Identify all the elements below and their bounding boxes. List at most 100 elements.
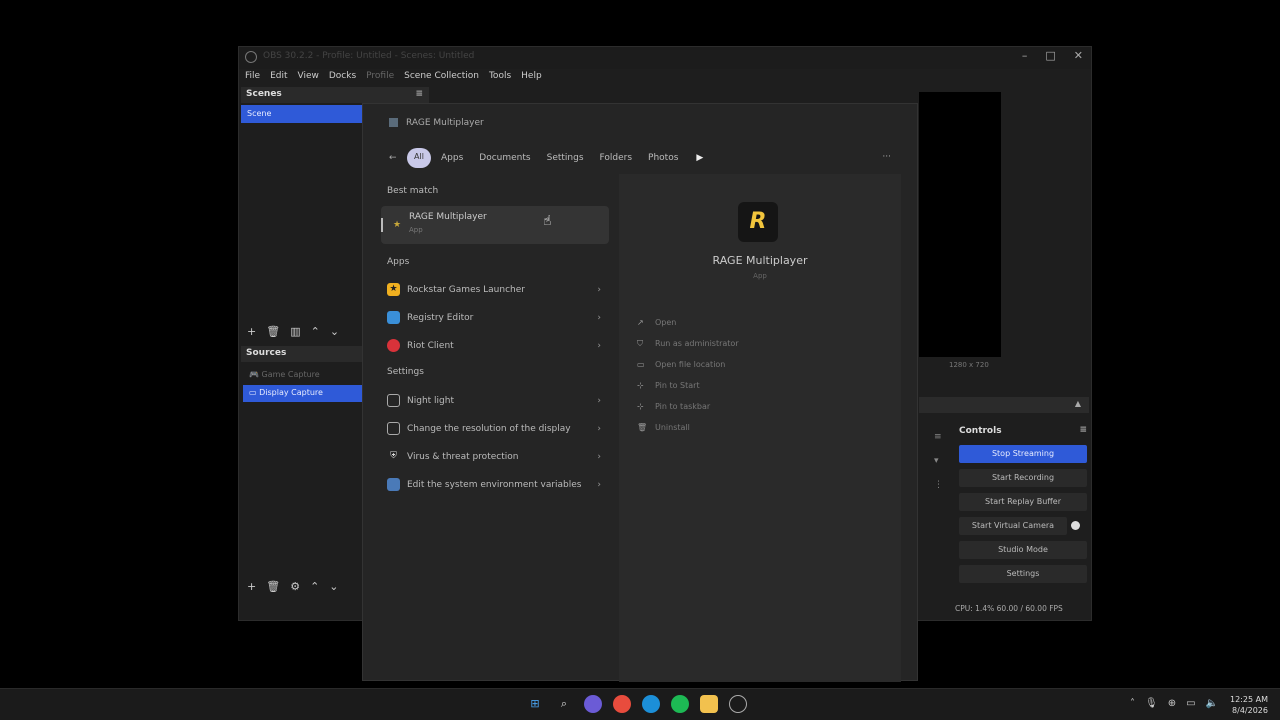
- tab-settings[interactable]: Settings: [547, 153, 584, 163]
- pin-icon: ⊹: [637, 402, 644, 411]
- taskbar-apps: ⊞ ⌕: [526, 695, 747, 713]
- admin-icon: ⛉: [637, 339, 643, 348]
- best-match-label: Best match: [387, 186, 439, 196]
- action-pin-to-taskbar[interactable]: ⊹ Pin to taskbar: [637, 402, 837, 411]
- add-icon[interactable]: +: [247, 325, 256, 338]
- menu-docks[interactable]: Docks: [329, 71, 356, 81]
- menu-help[interactable]: Help: [521, 71, 542, 81]
- menu-profile[interactable]: Profile: [366, 71, 394, 81]
- rage-logo-icon: R: [738, 202, 778, 242]
- controls-title: Controls: [959, 426, 1002, 436]
- close-icon[interactable]: ✕: [1074, 49, 1083, 62]
- dock-menu-icon[interactable]: ≡: [415, 89, 423, 99]
- app-result-riot[interactable]: Riot Client ›: [387, 339, 601, 361]
- setting-result-resolution[interactable]: Change the resolution of the display ›: [387, 422, 601, 444]
- microphone-icon[interactable]: 🎙: [1145, 698, 1158, 709]
- minimize-icon[interactable]: –: [1022, 49, 1028, 62]
- setting-result-night-light[interactable]: Night light ›: [387, 394, 601, 416]
- add-icon[interactable]: +: [247, 580, 256, 593]
- move-up-icon[interactable]: ⌃: [310, 580, 319, 593]
- dock-menu-icon[interactable]: ≡: [1079, 425, 1087, 435]
- app-result-registry[interactable]: Registry Editor ›: [387, 311, 601, 333]
- setting-result-virus-protection[interactable]: ⛨ Virus & threat protection ›: [387, 450, 601, 472]
- move-up-icon[interactable]: ⌃: [311, 325, 320, 338]
- trash-icon[interactable]: 🗑: [266, 325, 280, 338]
- setting-result-label: Virus & threat protection: [407, 452, 519, 462]
- start-replay-buffer-button[interactable]: Start Replay Buffer: [959, 493, 1087, 511]
- action-open[interactable]: ↗ Open: [637, 318, 837, 327]
- scene-item[interactable]: Scene: [241, 105, 363, 123]
- trash-icon[interactable]: 🗑: [266, 580, 280, 593]
- action-pin-to-start[interactable]: ⊹ Pin to Start: [637, 381, 837, 390]
- preview-canvas[interactable]: [919, 92, 1001, 357]
- best-match-name: RAGE Multiplayer: [409, 212, 487, 222]
- source-item[interactable]: 🎮 Game Capture: [243, 367, 363, 384]
- menu-edit[interactable]: Edit: [270, 71, 287, 81]
- display-icon[interactable]: ▭: [1186, 698, 1195, 709]
- spotify-icon[interactable]: [671, 695, 689, 713]
- action-open-file-location[interactable]: ▭ Open file location: [637, 360, 837, 369]
- start-recording-button[interactable]: Start Recording: [959, 469, 1087, 487]
- file-explorer-icon[interactable]: [700, 695, 718, 713]
- start-virtual-camera-button[interactable]: Start Virtual Camera: [959, 517, 1067, 535]
- app-result-label: Riot Client: [407, 341, 454, 351]
- windows-start-icon[interactable]: ⊞: [526, 695, 544, 713]
- clock[interactable]: 12:25 AM 8/4/2026: [1230, 694, 1268, 716]
- preview-app-type: App: [753, 272, 767, 280]
- filter-icon[interactable]: ▥: [290, 325, 300, 338]
- source-item[interactable]: ▭ Display Capture: [243, 385, 363, 402]
- tab-apps[interactable]: Apps: [441, 153, 463, 163]
- chat-app-icon[interactable]: [584, 695, 602, 713]
- dock-menu-icon[interactable]: ≡: [934, 425, 943, 449]
- network-icon[interactable]: ⊕: [1168, 698, 1176, 709]
- system-icon: [387, 478, 400, 491]
- best-match-item[interactable]: ★ RAGE Multiplayer App ›: [381, 206, 609, 244]
- tab-documents[interactable]: Documents: [479, 153, 530, 163]
- monitor-icon: ▭: [249, 388, 260, 397]
- play-more-icon[interactable]: ▶: [696, 153, 703, 163]
- result-preview-pane: R RAGE Multiplayer App ↗ Open ⛉ Run as adm…: [619, 174, 901, 682]
- clock-date: 8/4/2026: [1232, 706, 1268, 715]
- riot-icon: [387, 339, 400, 352]
- back-arrow-icon[interactable]: ←: [389, 153, 407, 163]
- setting-result-env-variables[interactable]: Edit the system environment variables ›: [387, 478, 601, 500]
- tab-photos[interactable]: Photos: [648, 153, 678, 163]
- obs-logo-icon: [245, 51, 257, 63]
- volume-icon[interactable]: 🔈: [1206, 698, 1218, 709]
- tab-all[interactable]: All: [407, 148, 431, 168]
- transition-dropdown[interactable]: ▲: [919, 397, 1089, 413]
- trash-icon: 🗑: [637, 423, 648, 432]
- more-icon[interactable]: ⋮: [934, 473, 943, 497]
- action-run-as-admin[interactable]: ⛉ Run as administrator: [637, 339, 837, 349]
- search-box[interactable]: RAGE Multiplayer: [389, 118, 484, 128]
- app-result-rockstar[interactable]: ★ Rockstar Games Launcher ›: [387, 283, 601, 305]
- move-down-icon[interactable]: ⌄: [330, 325, 339, 338]
- chevron-down-icon[interactable]: ▾: [934, 449, 943, 473]
- action-label: Pin to taskbar: [655, 402, 711, 411]
- chevron-up-icon[interactable]: ˄: [1130, 698, 1135, 709]
- gear-icon[interactable]: [1071, 521, 1080, 530]
- menu-tools[interactable]: Tools: [489, 71, 511, 81]
- action-label: Uninstall: [655, 423, 690, 432]
- chrome-icon[interactable]: [613, 695, 631, 713]
- settings-button[interactable]: Settings: [959, 565, 1087, 583]
- preview-app-name: RAGE Multiplayer: [712, 254, 808, 267]
- more-options-icon[interactable]: ···: [882, 152, 891, 162]
- tab-folders[interactable]: Folders: [600, 153, 633, 163]
- action-uninstall[interactable]: 🗑 Uninstall: [637, 423, 837, 432]
- chevron-right-icon: ›: [597, 396, 601, 406]
- maximize-icon[interactable]: □: [1045, 49, 1055, 62]
- menu-scene-collection[interactable]: Scene Collection: [404, 71, 479, 81]
- window-controls: – □ ✕: [1022, 49, 1083, 62]
- edge-icon[interactable]: [642, 695, 660, 713]
- action-label: Pin to Start: [655, 381, 700, 390]
- move-down-icon[interactable]: ⌄: [329, 580, 338, 593]
- gear-icon[interactable]: ⚙: [290, 580, 300, 593]
- obs-icon[interactable]: [729, 695, 747, 713]
- menu-view[interactable]: View: [298, 71, 319, 81]
- studio-mode-button[interactable]: Studio Mode: [959, 541, 1087, 559]
- stop-streaming-button[interactable]: Stop Streaming: [959, 445, 1087, 463]
- scenes-title: Scenes: [246, 89, 282, 99]
- search-icon[interactable]: ⌕: [555, 695, 573, 713]
- menu-file[interactable]: File: [245, 71, 260, 81]
